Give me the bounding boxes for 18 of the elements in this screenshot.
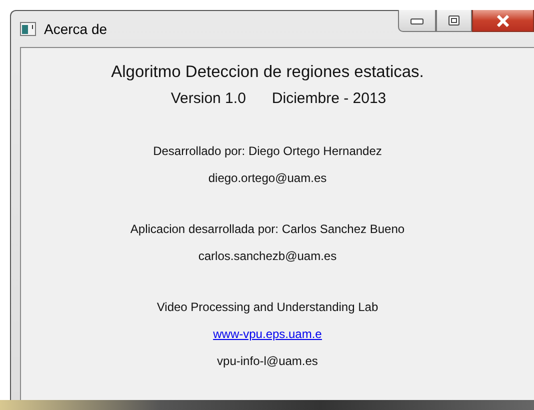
- close-icon: [495, 14, 511, 26]
- website-link[interactable]: www-vpu.eps.uam.e: [213, 321, 322, 348]
- info-text: carlos.sanchezb@uam.es: [198, 248, 337, 265]
- app-title: Algoritmo Deteccion de regiones estaticas.: [111, 62, 424, 83]
- maximize-icon: [448, 15, 460, 26]
- maximize-button[interactable]: [436, 10, 472, 32]
- version-text: Diciembre - 2013: [272, 89, 386, 109]
- info-text: vpu-info-l@uam.es: [217, 353, 318, 370]
- info-text: Desarrollado por: Diego Ortego Hernandez: [153, 143, 382, 160]
- minimize-button[interactable]: [398, 10, 436, 32]
- window-title: Acerca de: [44, 21, 108, 37]
- close-button[interactable]: [472, 10, 534, 32]
- info-text: Video Processing and Understanding Lab: [156, 299, 378, 316]
- info-text: Aplicacion desarrollada por: Carlos Sanchez Bueno: [130, 221, 405, 238]
- version-text: Version 1.0: [170, 89, 246, 109]
- app-icon: [20, 22, 36, 36]
- minimize-icon: [410, 16, 424, 24]
- info-text: diego.ortego@uam.es: [208, 170, 327, 187]
